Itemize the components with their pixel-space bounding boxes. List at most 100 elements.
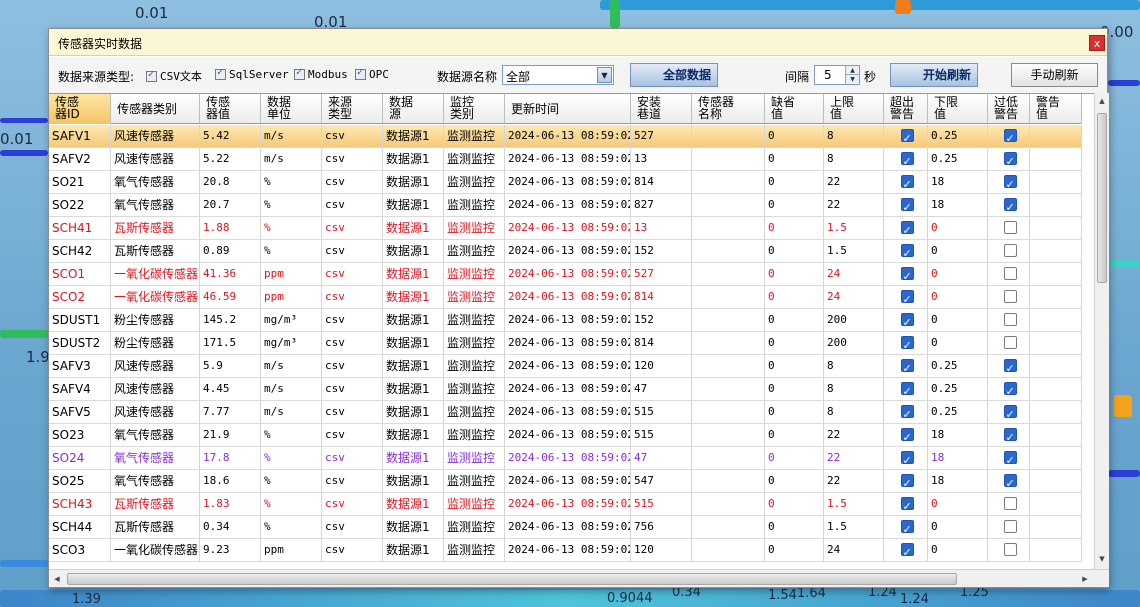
table-row[interactable]: SCO3 一氧化碳传感器 9.23 ppm csv 数据源1 监测监控 2024-06-13 … xyxy=(49,539,1082,562)
over-warning-checkbox[interactable] xyxy=(900,220,914,239)
over-warning-cell[interactable] xyxy=(884,539,928,561)
over-warning-checkbox[interactable] xyxy=(900,381,914,400)
data-source-cell[interactable]: 数据源1 xyxy=(383,539,444,561)
over-warning-cell[interactable] xyxy=(884,401,928,423)
data-source-cell[interactable]: 数据源1 xyxy=(383,263,444,285)
unit-cell[interactable]: m/s xyxy=(261,355,322,377)
under-warning-cell[interactable] xyxy=(988,401,1030,423)
source-type-sqlserver-checkbox[interactable]: SqlServer xyxy=(215,67,289,81)
data-source-cell[interactable]: 数据源1 xyxy=(383,470,444,492)
update-time-cell[interactable]: 2024-06-13 08:59:02 xyxy=(505,424,631,446)
default-cell[interactable]: 0 xyxy=(765,493,824,515)
upper-limit-cell[interactable]: 1.5 xyxy=(824,217,884,239)
over-warning-checkbox[interactable] xyxy=(900,312,914,331)
sensor-value-cell[interactable]: 145.2 xyxy=(200,309,261,331)
over-warning-cell[interactable] xyxy=(884,378,928,400)
unit-cell[interactable]: ppm xyxy=(261,263,322,285)
default-cell[interactable]: 0 xyxy=(765,309,824,331)
default-cell[interactable]: 0 xyxy=(765,378,824,400)
close-button[interactable]: x xyxy=(1089,35,1105,51)
over-warning-cell[interactable] xyxy=(884,148,928,170)
update-time-cell[interactable]: 2024-06-13 08:59:02 xyxy=(505,401,631,423)
sensor-type-cell[interactable]: 粉尘传感器 xyxy=(111,332,200,354)
warning-value-cell[interactable] xyxy=(1030,539,1082,561)
lower-limit-cell[interactable]: 0 xyxy=(928,539,988,561)
manual-refresh-button[interactable]: 手动刷新 xyxy=(1011,63,1098,87)
under-warning-checkbox[interactable] xyxy=(1003,221,1017,234)
table-row[interactable]: SAFV4 风速传感器 4.45 m/s csv 数据源1 监测监控 2024-06-13 0… xyxy=(49,378,1082,401)
warning-value-cell[interactable] xyxy=(1030,401,1082,423)
table-row[interactable]: SCH44 瓦斯传感器 0.34% csv 数据源1 监测监控 2024-06-13 08:… xyxy=(49,516,1082,539)
unit-cell[interactable]: m/s xyxy=(261,378,322,400)
monitor-type-cell[interactable]: 监测监控 xyxy=(444,286,505,308)
upper-limit-cell[interactable]: 200 xyxy=(824,332,884,354)
unit-cell[interactable]: m/s xyxy=(261,125,322,147)
table-row[interactable]: SO24 氧气传感器 17.8% csv 数据源1 监测监控 2024-06-13 08:5… xyxy=(49,447,1082,470)
default-cell[interactable]: 0 xyxy=(765,240,824,262)
lane-cell[interactable]: 120 xyxy=(631,355,692,377)
monitor-type-cell[interactable]: 监测监控 xyxy=(444,401,505,423)
monitor-type-cell[interactable]: 监测监控 xyxy=(444,125,505,147)
sensor-value-cell[interactable]: 4.45 xyxy=(200,378,261,400)
warning-value-cell[interactable] xyxy=(1030,217,1082,239)
table-row[interactable]: SDUST1 粉尘传感器 145.2 mg/m³ csv 数据源1 监测监控 2024-06-… xyxy=(49,309,1082,332)
sensor-value-cell[interactable]: 41.36 xyxy=(200,263,261,285)
chevron-down-icon[interactable]: ▼ xyxy=(597,67,612,83)
column-header-under-warning[interactable]: 过低 警告 xyxy=(988,94,1030,124)
update-time-cell[interactable]: 2024-06-13 08:59:02 xyxy=(505,332,631,354)
sensor-type-cell[interactable]: 风速传感器 xyxy=(111,401,200,423)
over-warning-checkbox[interactable] xyxy=(900,266,914,285)
source-type-cell[interactable]: csv xyxy=(322,539,383,561)
warning-value-cell[interactable] xyxy=(1030,493,1082,515)
over-warning-cell[interactable] xyxy=(884,125,928,147)
sensor-type-cell[interactable]: 氧气传感器 xyxy=(111,470,200,492)
source-type-cell[interactable]: csv xyxy=(322,332,383,354)
default-cell[interactable]: 0 xyxy=(765,286,824,308)
lane-cell[interactable]: 814 xyxy=(631,332,692,354)
lane-cell[interactable]: 827 xyxy=(631,194,692,216)
upper-limit-cell[interactable]: 8 xyxy=(824,125,884,147)
column-header-warning-value[interactable]: 警告 值 xyxy=(1030,94,1082,124)
source-type-csv-checkbox[interactable]: CSV文本 xyxy=(146,68,202,84)
monitor-type-cell[interactable]: 监测监控 xyxy=(444,171,505,193)
sensor-name-cell[interactable] xyxy=(692,332,765,354)
lower-limit-cell[interactable]: 0.25 xyxy=(928,401,988,423)
upper-limit-cell[interactable]: 22 xyxy=(824,470,884,492)
sensor-name-cell[interactable] xyxy=(692,378,765,400)
update-time-cell[interactable]: 2024-06-13 08:59:02 xyxy=(505,378,631,400)
over-warning-checkbox[interactable] xyxy=(900,542,914,561)
update-time-cell[interactable]: 2024-06-13 08:59:02 xyxy=(505,309,631,331)
default-cell[interactable]: 0 xyxy=(765,171,824,193)
sensor-data-grid[interactable]: 传感 器ID 传感器类别 传感 器值 数据 单位 来源 类型 数据 源监控 类别 更新时间安… xyxy=(49,93,1094,569)
over-warning-cell[interactable] xyxy=(884,516,928,538)
table-row[interactable]: SDUST2 粉尘传感器 171.5 mg/m³ csv 数据源1 监测监控 2024-06-… xyxy=(49,332,1082,355)
sensor-type-cell[interactable]: 一氧化碳传感器 xyxy=(111,286,200,308)
warning-value-cell[interactable] xyxy=(1030,424,1082,446)
under-warning-cell[interactable] xyxy=(988,217,1030,239)
under-warning-cell[interactable] xyxy=(988,424,1030,446)
column-header-upper-limit[interactable]: 上限 值 xyxy=(824,94,884,124)
lane-cell[interactable]: 527 xyxy=(631,125,692,147)
source-type-cell[interactable]: csv xyxy=(322,240,383,262)
over-warning-checkbox[interactable] xyxy=(900,450,914,469)
upper-limit-cell[interactable]: 200 xyxy=(824,309,884,331)
sensor-name-cell[interactable] xyxy=(692,217,765,239)
horizontal-scrollbar[interactable]: ◀ ▶ xyxy=(49,569,1109,587)
sensor-id-cell[interactable]: SAFV5 xyxy=(49,401,111,423)
source-type-cell[interactable]: csv xyxy=(322,286,383,308)
over-warning-checkbox[interactable] xyxy=(900,358,914,377)
column-header-data-source[interactable]: 数据 源 xyxy=(383,94,444,124)
unit-cell[interactable]: % xyxy=(261,516,322,538)
lower-limit-cell[interactable]: 0 xyxy=(928,217,988,239)
column-header-sensor-value[interactable]: 传感 器值 xyxy=(200,94,261,124)
under-warning-checkbox[interactable] xyxy=(1003,450,1017,469)
sensor-value-cell[interactable]: 0.34 xyxy=(200,516,261,538)
chevron-up-icon[interactable]: ▲ xyxy=(846,66,859,75)
lower-limit-cell[interactable]: 18 xyxy=(928,447,988,469)
update-time-cell[interactable]: 2024-06-13 08:59:02 xyxy=(505,217,631,239)
under-warning-checkbox[interactable] xyxy=(1003,358,1017,377)
over-warning-cell[interactable] xyxy=(884,171,928,193)
update-time-cell[interactable]: 2024-06-13 08:59:02 xyxy=(505,240,631,262)
source-type-cell[interactable]: csv xyxy=(322,401,383,423)
sensor-type-cell[interactable]: 氧气传感器 xyxy=(111,447,200,469)
